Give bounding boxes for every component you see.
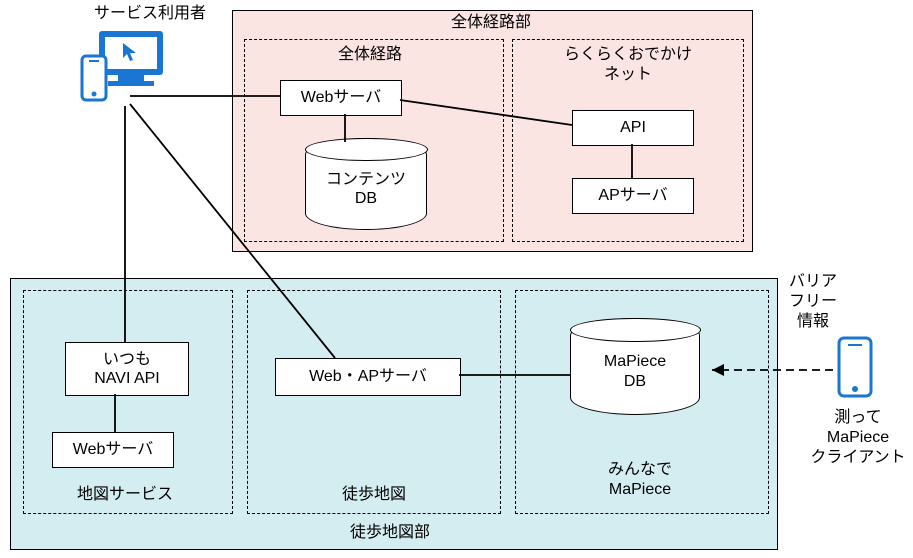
section-zentai-title: 全体経路部 <box>402 13 580 33</box>
section-toho-title: 徒歩地図部 <box>315 523 465 543</box>
zentai-db: コンテンツ DB <box>305 138 425 228</box>
rakuraku-api: API <box>572 110 694 146</box>
rakuraku-ap-server: APサーバ <box>572 178 694 214</box>
zentai-web-server-label: Webサーバ <box>301 88 381 107</box>
diagram-canvas: 全体経路部 全体経路 Webサーバ コンテンツ DB らくらくおでかけ ネット … <box>0 0 913 558</box>
mapiece-db: MaPiece DB <box>570 318 698 413</box>
map-service-title: 地図サービス <box>50 485 200 505</box>
map-web-server: Webサーバ <box>52 432 174 468</box>
mapiece-db-label: MaPiece DB <box>604 352 666 390</box>
box-map-service <box>23 290 233 514</box>
user-device-icon <box>78 28 168 106</box>
walk-map-title: 徒歩地図 <box>320 485 428 505</box>
rakuraku-ap-server-label: APサーバ <box>598 186 667 205</box>
box-walk-map <box>247 290 501 514</box>
map-web-server-label: Webサーバ <box>73 440 153 459</box>
rakuraku-api-label: API <box>620 118 646 137</box>
navi-api: いつも NAVI API <box>65 342 189 396</box>
mapiece-title: みんなで MaPiece <box>570 460 710 500</box>
client-phone-icon <box>835 336 875 400</box>
zentai-route-title: 全体経路 <box>310 45 430 65</box>
client-label: 測って MaPiece クライアント <box>798 408 913 468</box>
navi-api-label: いつも NAVI API <box>94 350 160 388</box>
user-title: サービス利用者 <box>75 4 225 24</box>
web-ap-server-label: Web・APサーバ <box>309 367 427 386</box>
web-ap-server: Web・APサーバ <box>275 358 461 396</box>
zentai-db-label: コンテンツ DB <box>326 170 406 208</box>
rakuraku-title: らくらくおでかけ ネット <box>540 45 716 85</box>
barrier-free-label: バリア フリー 情報 <box>778 272 848 332</box>
zentai-web-server: Webサーバ <box>280 80 402 116</box>
